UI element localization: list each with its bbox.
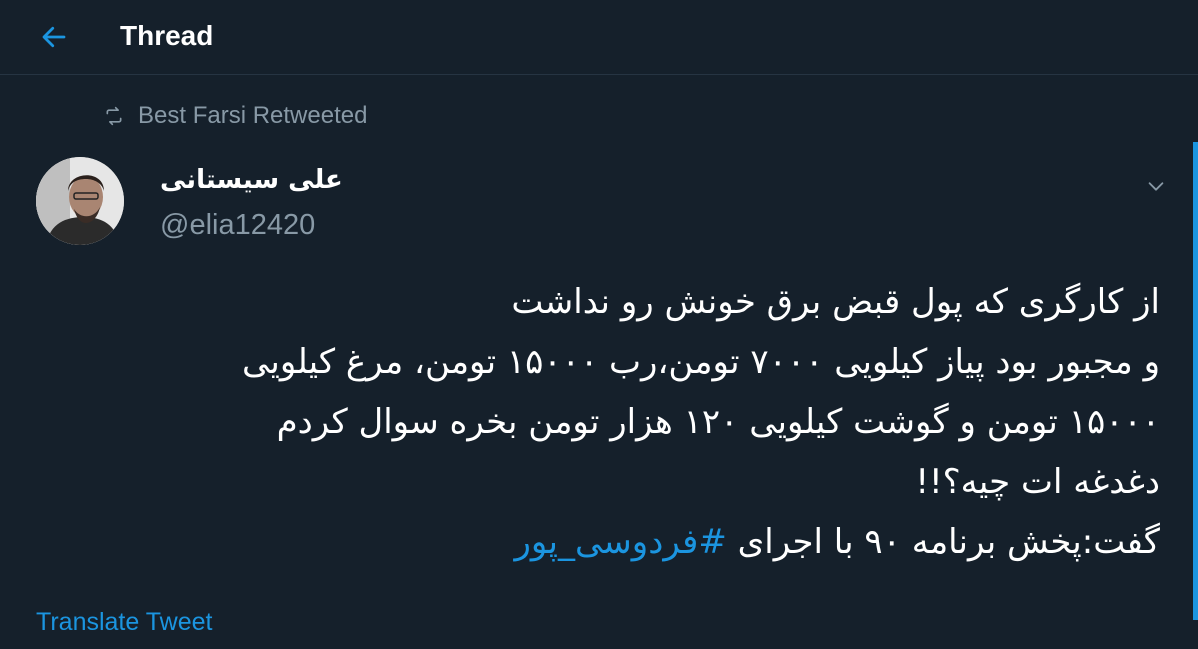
tweet-menu-button[interactable] bbox=[1140, 170, 1172, 202]
chevron-down-icon bbox=[1148, 182, 1164, 191]
thread-page: Thread Best Farsi Retweeted علی سیستانی … bbox=[0, 0, 1198, 649]
tweet-text: از کارگری که پول قبض برق خونش رو نداشت و… bbox=[70, 272, 1160, 572]
retweet-icon bbox=[106, 106, 122, 126]
top-bar: Thread bbox=[0, 0, 1198, 75]
page-title: Thread bbox=[120, 20, 214, 51]
retweet-context-label: Best Farsi Retweeted bbox=[138, 102, 368, 129]
tweet-line: از کارگری که پول قبض برق خونش رو نداشت bbox=[511, 282, 1160, 322]
back-button[interactable] bbox=[34, 17, 74, 57]
scroll-indicator[interactable] bbox=[1193, 142, 1198, 620]
tweet-line: ۱۵۰۰۰ تومن و گوشت کیلویی ۱۲۰ هزار تومن ب… bbox=[276, 402, 1160, 442]
tweet-line: دغدغه ات چیه؟!! bbox=[915, 462, 1160, 502]
author-display-name[interactable]: علی سیستانی bbox=[160, 160, 343, 200]
tweet-line: و مجبور بود پیاز کیلویی ۷۰۰۰ تومن،رب ۱۵۰… bbox=[242, 342, 1160, 382]
avatar-photo bbox=[36, 157, 124, 245]
avatar[interactable] bbox=[36, 157, 124, 245]
hashtag-link[interactable]: #فردوسی_پور bbox=[515, 522, 727, 562]
translate-tweet-link[interactable]: Translate Tweet bbox=[36, 604, 212, 640]
tweet-line-last: گفت:پخش برنامه ۹۰ با اجرای #فردوسی_پور bbox=[70, 512, 1161, 572]
back-arrow-icon bbox=[42, 26, 66, 48]
retweet-context[interactable]: Best Farsi Retweeted bbox=[104, 100, 367, 132]
tweet-line-text: گفت:پخش برنامه ۹۰ با اجرای bbox=[726, 522, 1160, 562]
author-handle[interactable]: @elia12420 bbox=[160, 206, 315, 244]
